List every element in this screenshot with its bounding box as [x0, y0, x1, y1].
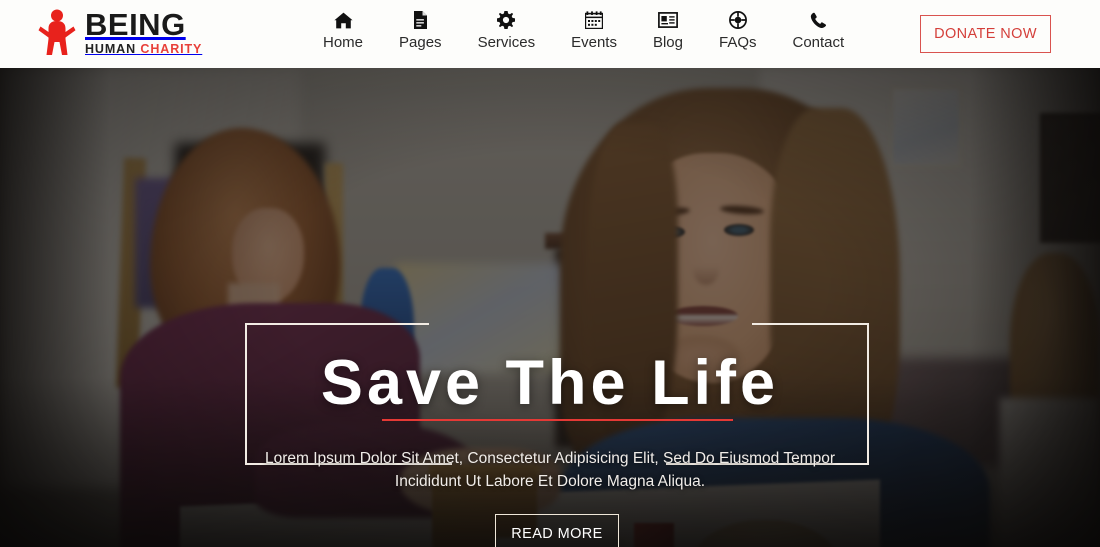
nav-item-events[interactable]: Events — [553, 9, 635, 53]
document-icon — [413, 9, 428, 31]
read-more-button[interactable]: READ MORE — [495, 514, 619, 547]
nav-item-contact[interactable]: Contact — [775, 9, 863, 53]
nav-label-services: Services — [477, 34, 536, 51]
gear-icon — [497, 9, 516, 31]
nav-item-faqs[interactable]: FAQs — [701, 9, 775, 53]
nav-label-blog: Blog — [652, 34, 683, 51]
site-header: BEING HUMAN CHARITY Home Pages Services … — [0, 0, 1100, 68]
human-figure-icon — [38, 8, 76, 56]
page-root: BEING HUMAN CHARITY Home Pages Services … — [0, 0, 1100, 547]
nav-label-contact: Contact — [792, 34, 845, 51]
main-navigation: Home Pages Services Events Blog FAQs Con… — [305, 9, 862, 53]
id-card-icon — [658, 9, 678, 31]
phone-icon — [810, 9, 827, 31]
hero-subtitle: Lorem Ipsum Dolor Sit Amet, Consectetur … — [250, 448, 850, 493]
nav-item-blog[interactable]: Blog — [635, 9, 701, 53]
donate-now-button[interactable]: DONATE NOW — [920, 15, 1051, 53]
hero-content: Save The Life Lorem Ipsum Dolor Sit Amet… — [0, 68, 1100, 547]
frame-top-left-segment — [245, 323, 429, 325]
nav-label-home: Home — [323, 34, 364, 51]
logo-primary-text: BEING — [85, 6, 186, 42]
frame-top-right-segment — [752, 323, 869, 325]
logo-secondary-dark: HUMAN — [85, 41, 137, 56]
nav-item-pages[interactable]: Pages — [381, 9, 460, 53]
nav-label-faqs: FAQs — [718, 34, 757, 51]
hero-title-underline — [382, 419, 733, 421]
hero-section: Save The Life Lorem Ipsum Dolor Sit Amet… — [0, 68, 1100, 547]
hero-subtitle-line-1: Lorem Ipsum Dolor Sit Amet, Consectetur … — [264, 450, 836, 467]
logo-secondary-accent: CHARITY — [140, 41, 203, 56]
calendar-icon — [585, 9, 604, 31]
nav-item-home[interactable]: Home — [305, 9, 381, 53]
nav-item-services[interactable]: Services — [460, 9, 554, 53]
home-icon — [333, 9, 353, 31]
hero-title: Save The Life — [320, 348, 780, 418]
hero-subtitle-line-2: Incididunt Ut Labore Et Dolore Magna Ali… — [394, 472, 706, 490]
lifebuoy-icon — [728, 9, 747, 31]
logo-secondary-text: HUMAN CHARITY — [85, 42, 202, 56]
nav-label-events: Events — [571, 34, 617, 51]
nav-label-pages: Pages — [399, 34, 442, 51]
logo-text: BEING HUMAN CHARITY — [85, 9, 202, 56]
site-logo[interactable]: BEING HUMAN CHARITY — [38, 8, 202, 56]
